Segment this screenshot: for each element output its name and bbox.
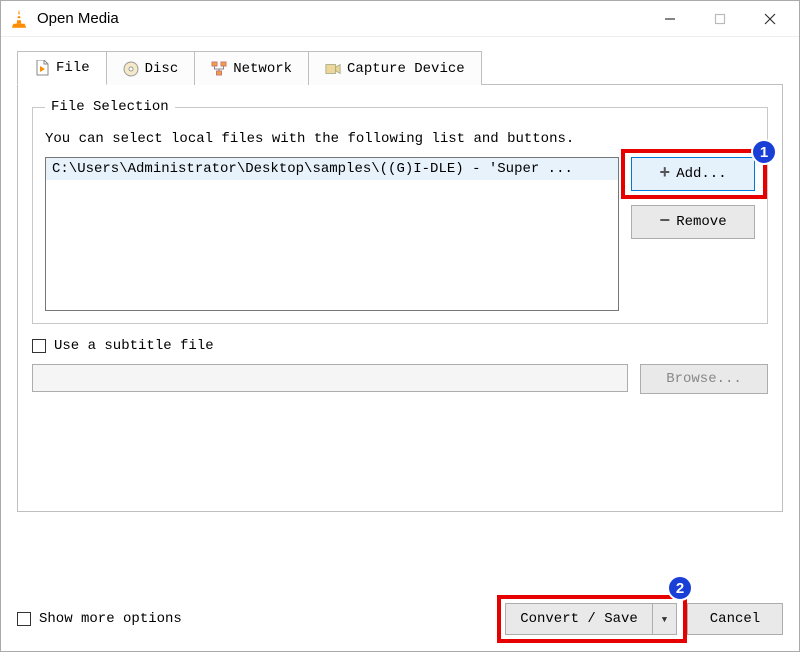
file-row: C:\Users\Administrator\Desktop\samples\(… bbox=[45, 157, 755, 311]
tab-network[interactable]: Network bbox=[194, 51, 309, 85]
remove-button[interactable]: Remove bbox=[631, 205, 755, 239]
minus-icon bbox=[659, 212, 670, 232]
show-more-checkbox[interactable] bbox=[17, 612, 31, 626]
subtitle-checkbox-label: Use a subtitle file bbox=[54, 338, 214, 354]
tab-disc[interactable]: Disc bbox=[106, 51, 196, 85]
remove-button-label: Remove bbox=[676, 214, 726, 230]
tabs: File Disc bbox=[17, 51, 783, 85]
file-selection-group: File Selection You can select local file… bbox=[32, 99, 768, 324]
annotation-badge-1: 1 bbox=[751, 139, 777, 165]
file-selection-hint: You can select local files with the foll… bbox=[45, 131, 755, 147]
subtitle-path-input bbox=[32, 364, 628, 392]
content-area: File Disc bbox=[1, 37, 799, 522]
add-button-label: Add... bbox=[676, 166, 726, 182]
network-icon bbox=[211, 61, 227, 77]
convert-save-main[interactable]: Convert / Save bbox=[505, 603, 653, 635]
show-more-checkbox-row[interactable]: Show more options bbox=[17, 611, 182, 627]
window-controls bbox=[645, 2, 795, 36]
capture-device-icon bbox=[325, 61, 341, 77]
subtitle-checkbox-row[interactable]: Use a subtitle file bbox=[32, 338, 768, 354]
maximize-button[interactable] bbox=[695, 2, 745, 36]
convert-save-label: Convert / Save bbox=[520, 611, 638, 627]
tab-file-label: File bbox=[56, 60, 90, 76]
add-button[interactable]: Add... bbox=[631, 157, 755, 191]
close-button[interactable] bbox=[745, 2, 795, 36]
file-buttons: Add... Remove 1 bbox=[631, 157, 755, 311]
chevron-down-icon bbox=[662, 611, 667, 627]
convert-save-dropdown[interactable] bbox=[653, 603, 677, 635]
tab-body: File Selection You can select local file… bbox=[17, 84, 783, 512]
minimize-button[interactable] bbox=[645, 2, 695, 36]
tab-capture-label: Capture Device bbox=[347, 61, 465, 77]
vlc-cone-icon bbox=[11, 9, 29, 29]
file-list[interactable]: C:\Users\Administrator\Desktop\samples\(… bbox=[45, 157, 619, 311]
browse-button-label: Browse... bbox=[666, 371, 742, 387]
file-icon bbox=[34, 60, 50, 76]
window-title: Open Media bbox=[37, 10, 645, 27]
list-item[interactable]: C:\Users\Administrator\Desktop\samples\(… bbox=[46, 158, 618, 180]
convert-save-button[interactable]: Convert / Save 2 bbox=[505, 603, 677, 635]
file-selection-legend: File Selection bbox=[45, 99, 175, 115]
subtitle-row: Browse... bbox=[32, 364, 768, 394]
titlebar: Open Media bbox=[1, 1, 799, 37]
cancel-button-label: Cancel bbox=[710, 611, 760, 627]
tab-network-label: Network bbox=[233, 61, 292, 77]
subtitle-checkbox[interactable] bbox=[32, 339, 46, 353]
open-media-window: Open Media Fil bbox=[0, 0, 800, 652]
tab-file[interactable]: File bbox=[17, 51, 107, 85]
disc-icon bbox=[123, 61, 139, 77]
plus-icon bbox=[659, 164, 670, 184]
show-more-label: Show more options bbox=[39, 611, 182, 627]
tab-capture[interactable]: Capture Device bbox=[308, 51, 482, 85]
browse-button: Browse... bbox=[640, 364, 768, 394]
footer-buttons: Convert / Save 2 Cancel bbox=[505, 603, 783, 635]
tab-disc-label: Disc bbox=[145, 61, 179, 77]
footer: Show more options Convert / Save 2 Cance… bbox=[17, 603, 783, 635]
annotation-badge-2: 2 bbox=[667, 575, 693, 601]
cancel-button[interactable]: Cancel bbox=[687, 603, 783, 635]
